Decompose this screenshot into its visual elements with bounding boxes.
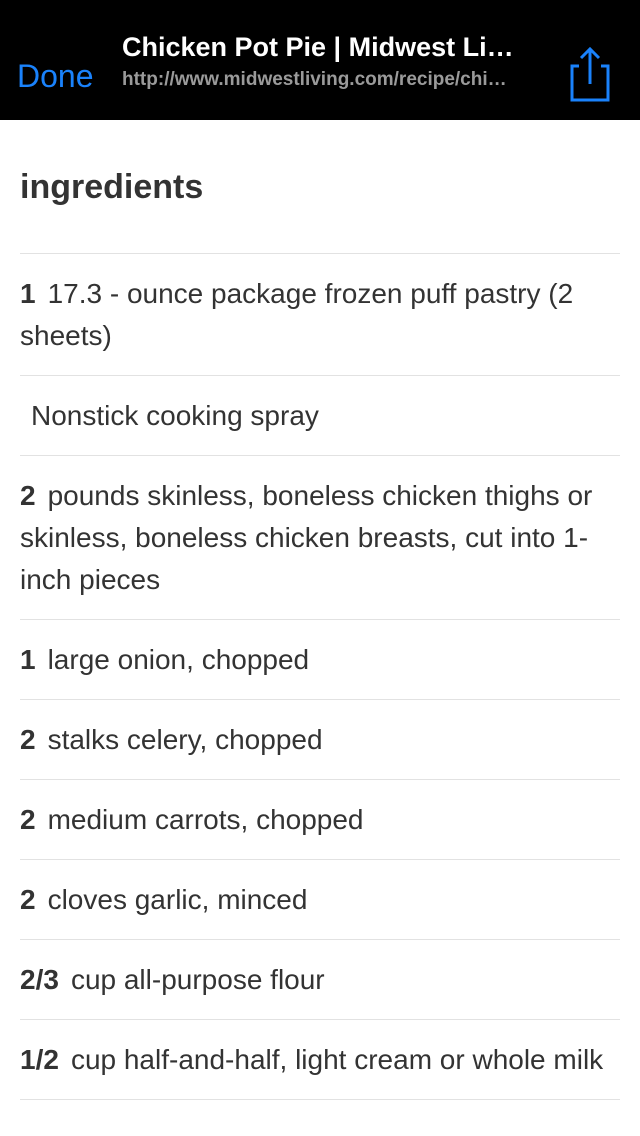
ingredient-text: large onion, chopped (47, 644, 310, 675)
ingredient-text: pounds skinless, boneless chicken thighs… (20, 480, 593, 595)
ingredients-header: ingredients (20, 120, 620, 254)
ingredient-text: 17.3 - ounce package frozen puff pastry … (20, 278, 574, 351)
ingredient-quantity: 2 (20, 884, 36, 915)
ingredient-quantity: 1 (20, 644, 36, 675)
share-button[interactable] (564, 44, 614, 104)
ingredient-text: cup all-purpose flour (70, 964, 325, 995)
ingredient-quantity: 2 (20, 480, 36, 511)
page-url: http://www.midwestliving.com/recipe/chic… (122, 69, 517, 90)
title-block: Chicken Pot Pie | Midwest Living http://… (122, 30, 522, 92)
ingredient-item: 2 pounds skinless, boneless chicken thigh… (20, 456, 620, 620)
ingredient-item: 1 large onion, chopped (20, 620, 620, 700)
done-button[interactable]: Done (17, 56, 94, 96)
ingredient-list: 1 17.3 - ounce package frozen puff pastry… (20, 254, 620, 1100)
ingredient-item: 2 medium carrots, chopped (20, 780, 620, 860)
ingredient-quantity: 1/2 (20, 1044, 59, 1075)
ingredient-text: Nonstick cooking spray (31, 400, 319, 431)
ingredient-item: 2 cloves garlic, minced (20, 860, 620, 940)
ingredient-quantity: 2 (20, 804, 36, 835)
navigation-bar: Done Chicken Pot Pie | Midwest Living ht… (0, 0, 640, 120)
page-title: Chicken Pot Pie | Midwest Living (122, 32, 522, 62)
ingredient-quantity: 2 (20, 724, 36, 755)
ingredient-quantity: 2/3 (20, 964, 59, 995)
ingredient-text: stalks celery, chopped (47, 724, 323, 755)
ingredient-quantity: 1 (20, 278, 36, 309)
ingredient-item: 2/3 cup all-purpose flour (20, 940, 620, 1020)
share-icon (570, 46, 610, 102)
ingredient-item: 1 17.3 - ounce package frozen puff pastry… (20, 254, 620, 376)
ingredient-text: cloves garlic, minced (47, 884, 308, 915)
section-heading: ingredients (20, 168, 204, 206)
recipe-content: ingredients 1 17.3 - ounce package frozen… (20, 120, 620, 1100)
ingredient-text: medium carrots, chopped (47, 804, 364, 835)
ingredient-item: 1/2 cup half-and-half, light cream or who… (20, 1020, 620, 1100)
ingredient-text: cup half-and-half, light cream or whole … (70, 1044, 604, 1075)
ingredient-item: 2 stalks celery, chopped (20, 700, 620, 780)
ingredient-item: Nonstick cooking spray (20, 376, 620, 456)
